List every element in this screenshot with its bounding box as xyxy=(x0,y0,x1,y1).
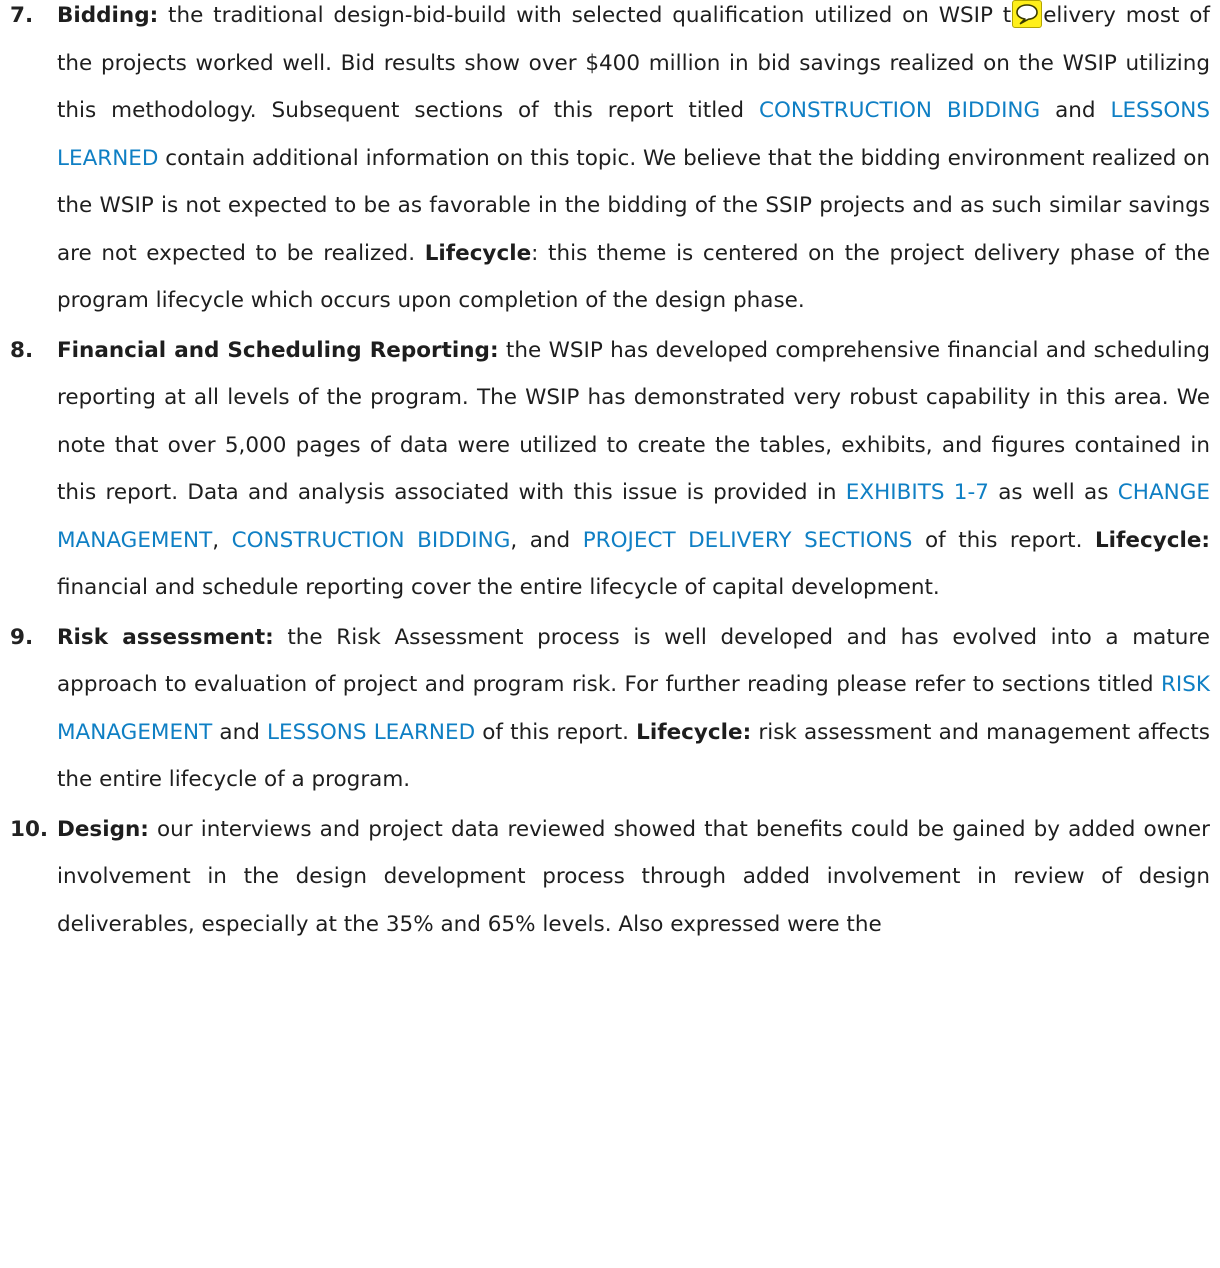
speech-bubble-comment-icon[interactable] xyxy=(1012,0,1043,28)
item-title: Financial and Scheduling Reporting: xyxy=(57,337,499,363)
link-lessons-learned[interactable]: LESSONS LEARNED xyxy=(267,720,475,745)
item-number: 9. xyxy=(10,624,34,650)
link-exhibits[interactable]: EXHIBITS 1-7 xyxy=(846,480,989,505)
item-text: , and xyxy=(510,527,583,553)
item-number: 7. xyxy=(10,3,34,28)
list-item-design: 10. Design: our interviews and project da… xyxy=(0,806,1220,949)
item-text: , xyxy=(212,527,232,553)
lifecycle-label: Lifecycle: xyxy=(636,719,752,745)
list-item-risk-assessment: 9. Risk assessment: the Risk Assessment p… xyxy=(0,614,1220,804)
document-page: 7. Bidding: the traditional design-bid-bu… xyxy=(0,0,1220,950)
item-title: Design: xyxy=(57,816,149,842)
link-project-delivery-sections[interactable]: PROJECT DELIVERY SECTIONS xyxy=(583,528,913,553)
item-text: the traditional design-bid-build with se… xyxy=(158,3,1012,28)
list-item-financial-reporting: 8. Financial and Scheduling Reporting: th… xyxy=(0,327,1220,612)
lifecycle-label: Lifecycle xyxy=(424,240,532,266)
item-number: 8. xyxy=(10,337,34,363)
item-text: and xyxy=(212,719,268,745)
item-text: financial and schedule reporting cover t… xyxy=(57,575,940,600)
item-text: of this report. xyxy=(475,719,637,745)
item-number: 10. xyxy=(10,816,49,842)
numbered-list: 7. Bidding: the traditional design-bid-bu… xyxy=(0,0,1220,948)
lifecycle-label: Lifecycle: xyxy=(1094,527,1211,553)
item-title: Bidding: xyxy=(57,3,159,28)
item-text: as well as xyxy=(988,480,1118,505)
item-text: of this report. xyxy=(912,527,1095,553)
item-title: Risk assessment: xyxy=(57,624,274,650)
item-text: our interviews and project data reviewed… xyxy=(57,816,1210,937)
link-construction-bidding[interactable]: CONSTRUCTION BIDDING xyxy=(759,98,1040,123)
item-text: and xyxy=(1040,98,1111,123)
list-item-bidding: 7. Bidding: the traditional design-bid-bu… xyxy=(0,0,1220,325)
link-construction-bidding[interactable]: CONSTRUCTION BIDDING xyxy=(232,528,511,553)
